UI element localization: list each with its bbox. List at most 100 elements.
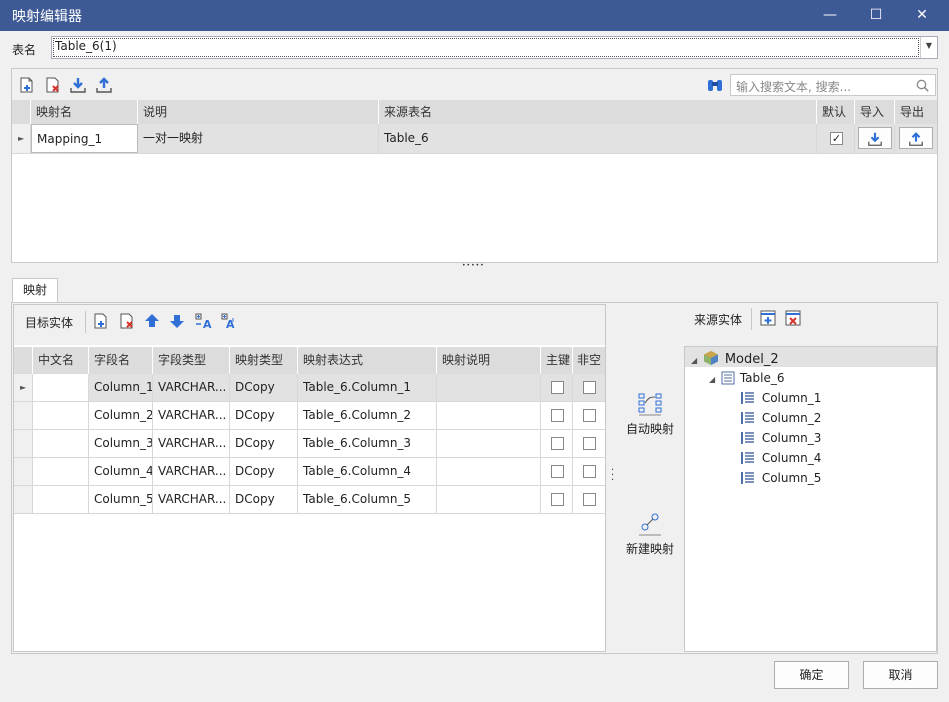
table-row[interactable]: Column_2 VARCHAR... DCopy Table_6.Column_2 [14, 402, 605, 430]
search-icon[interactable] [916, 79, 929, 92]
export-icon[interactable] [95, 76, 113, 94]
not-null-checkbox[interactable] [583, 409, 596, 422]
cn-name-cell[interactable] [33, 374, 89, 401]
col-header-export[interactable]: 导出 [895, 100, 937, 124]
tree-node-column[interactable]: Column_4 [741, 451, 821, 465]
map-desc-cell[interactable] [437, 374, 541, 401]
description-cell[interactable]: 一对一映射 [138, 124, 379, 153]
not-null-checkbox[interactable] [583, 465, 596, 478]
col-header-pk[interactable]: 主键 [541, 347, 573, 374]
pk-checkbox[interactable] [551, 381, 564, 394]
new-map-button[interactable]: 新建映射 [610, 512, 690, 557]
not-null-checkbox[interactable] [583, 493, 596, 506]
delete-field-icon[interactable] [118, 312, 136, 330]
not-null-checkbox[interactable] [583, 437, 596, 450]
tab-mapping[interactable]: 映射 [12, 278, 58, 303]
table-row[interactable]: ► Column_1 VARCHAR... DCopy Table_6.Column_1 [14, 374, 605, 402]
map-desc-cell[interactable] [437, 458, 541, 485]
pk-checkbox[interactable] [551, 465, 564, 478]
add-source-icon[interactable] [759, 309, 777, 327]
col-header-map-type[interactable]: 映射类型 [230, 347, 298, 374]
map-desc-cell[interactable] [437, 430, 541, 457]
table-name-combo[interactable]: Table_6(1) ▼ [51, 36, 938, 59]
tree-node-table[interactable]: ◢ Table_6 [709, 371, 784, 385]
source-table-cell[interactable]: Table_6 [379, 124, 817, 153]
col-header-mapping-name[interactable]: 映射名 [31, 100, 138, 124]
horizontal-splitter[interactable]: ••••• [462, 262, 485, 269]
col-header-not-null[interactable]: 非空 [573, 347, 605, 374]
cn-name-cell[interactable] [33, 458, 89, 485]
pk-checkbox[interactable] [551, 409, 564, 422]
move-down-icon[interactable] [168, 312, 186, 330]
rename-field-icon[interactable]: A [220, 312, 238, 330]
field-name-cell[interactable]: Column_5 [89, 486, 153, 513]
map-type-cell[interactable]: DCopy [230, 458, 298, 485]
table-row[interactable]: Column_5 VARCHAR... DCopy Table_6.Column_5 [14, 486, 605, 514]
col-header-field-name[interactable]: 字段名 [89, 347, 153, 374]
ok-button[interactable]: 确定 [774, 661, 849, 689]
row-import-button[interactable] [858, 127, 892, 149]
chevron-down-icon[interactable]: ◢ [709, 375, 715, 384]
mapping-name-cell[interactable]: Mapping_1 [31, 124, 138, 153]
col-header-source-table[interactable]: 来源表名 [379, 100, 817, 124]
tree-node-column[interactable]: Column_1 [741, 391, 821, 405]
map-desc-cell[interactable] [437, 486, 541, 513]
col-header-cn-name[interactable]: 中文名 [33, 347, 89, 374]
auto-map-button[interactable]: 自动映射 [610, 392, 690, 437]
map-expr-cell[interactable]: Table_6.Column_2 [298, 402, 437, 429]
import-icon[interactable] [69, 76, 87, 94]
default-checkbox[interactable]: ✓ [830, 132, 843, 145]
delete-doc-icon[interactable] [44, 76, 62, 94]
maximize-button[interactable]: ☐ [853, 0, 899, 31]
tree-node-model[interactable]: ◢ Model_2 [691, 350, 779, 367]
map-type-cell[interactable]: DCopy [230, 430, 298, 457]
add-doc-icon[interactable] [18, 76, 36, 94]
field-name-cell[interactable]: Column_1 [89, 374, 153, 401]
pk-checkbox[interactable] [551, 437, 564, 450]
move-up-icon[interactable] [143, 312, 161, 330]
field-type-cell[interactable]: VARCHAR... [153, 402, 230, 429]
map-type-cell[interactable]: DCopy [230, 374, 298, 401]
not-null-checkbox[interactable] [583, 381, 596, 394]
field-name-cell[interactable]: Column_4 [89, 458, 153, 485]
col-header-import[interactable]: 导入 [855, 100, 895, 124]
map-expr-cell[interactable]: Table_6.Column_5 [298, 486, 437, 513]
col-header-description[interactable]: 说明 [138, 100, 379, 124]
field-name-cell[interactable]: Column_2 [89, 402, 153, 429]
field-type-cell[interactable]: VARCHAR... [153, 430, 230, 457]
search-box[interactable]: 输入搜索文本, 搜索... [730, 74, 936, 96]
table-row[interactable]: ► Mapping_1 一对一映射 Table_6 ✓ [12, 124, 937, 154]
minimize-button[interactable]: — [807, 0, 853, 31]
cn-name-cell[interactable] [33, 486, 89, 513]
map-expr-cell[interactable]: Table_6.Column_1 [298, 374, 437, 401]
chevron-down-icon[interactable]: ◢ [691, 356, 697, 365]
cn-name-cell[interactable] [33, 430, 89, 457]
tree-node-column[interactable]: Column_5 [741, 471, 821, 485]
map-desc-cell[interactable] [437, 402, 541, 429]
cn-name-cell[interactable] [33, 402, 89, 429]
map-expr-cell[interactable]: Table_6.Column_3 [298, 430, 437, 457]
tree-node-column[interactable]: Column_2 [741, 411, 821, 425]
map-type-cell[interactable]: DCopy [230, 486, 298, 513]
binoculars-icon[interactable] [706, 76, 724, 94]
chevron-down-icon[interactable]: ▼ [920, 37, 937, 58]
cancel-button[interactable]: 取消 [863, 661, 938, 689]
col-header-field-type[interactable]: 字段类型 [153, 347, 230, 374]
col-header-map-expr[interactable]: 映射表达式 [298, 347, 437, 374]
delete-source-icon[interactable] [784, 309, 802, 327]
table-row[interactable]: Column_3 VARCHAR... DCopy Table_6.Column_3 [14, 430, 605, 458]
pk-checkbox[interactable] [551, 493, 564, 506]
field-name-cell[interactable]: Column_3 [89, 430, 153, 457]
field-type-cell[interactable]: VARCHAR... [153, 486, 230, 513]
add-field-icon[interactable] [92, 312, 110, 330]
col-header-map-desc[interactable]: 映射说明 [437, 347, 541, 374]
row-export-button[interactable] [899, 127, 933, 149]
vertical-splitter[interactable]: · · · [611, 466, 614, 486]
table-row[interactable]: Column_4 VARCHAR... DCopy Table_6.Column_4 [14, 458, 605, 486]
map-type-cell[interactable]: DCopy [230, 402, 298, 429]
close-button[interactable]: ✕ [899, 0, 945, 31]
tree-node-column[interactable]: Column_3 [741, 431, 821, 445]
field-type-cell[interactable]: VARCHAR... [153, 458, 230, 485]
insert-field-icon[interactable]: A [194, 312, 212, 330]
col-header-default[interactable]: 默认 [817, 100, 855, 124]
